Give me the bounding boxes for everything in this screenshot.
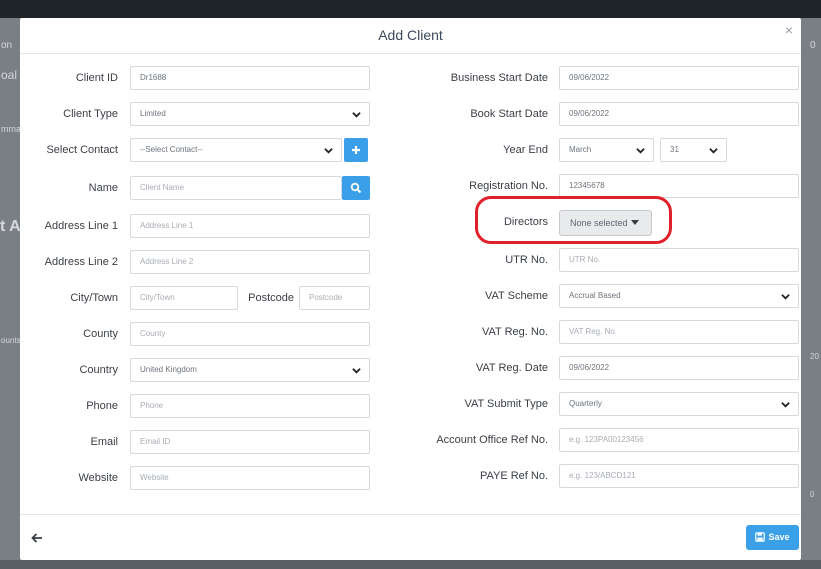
phone-label: Phone xyxy=(86,400,118,412)
client-id-label: Client ID xyxy=(75,72,118,84)
email-label: Email xyxy=(90,436,118,448)
utr-no-label: UTR No. xyxy=(505,254,548,266)
modal-footer: Save xyxy=(20,514,801,560)
vat-reg-no-input[interactable]: VAT Reg. No. xyxy=(559,320,799,344)
chevron-down-icon xyxy=(781,294,790,300)
client-type-label: Client Type xyxy=(63,108,118,120)
background-topbar xyxy=(0,0,821,18)
background-fragment: on xyxy=(1,40,13,51)
chevron-down-icon xyxy=(352,112,361,118)
chevron-down-icon xyxy=(781,402,790,408)
vat-reg-date-input[interactable]: 09/06/2022 xyxy=(559,356,799,380)
book-start-date-label: Book Start Date xyxy=(470,108,548,120)
background-fragment: 0 xyxy=(810,490,815,499)
background-right-strip xyxy=(801,18,821,560)
county-label: County xyxy=(83,328,118,340)
background-fragment: t A xyxy=(0,218,21,235)
close-icon[interactable]: × xyxy=(781,22,797,38)
address-line-1-input[interactable]: Address Line 1 xyxy=(130,214,370,238)
arrow-left-icon[interactable] xyxy=(30,531,44,545)
modal-title: Add Client xyxy=(378,27,443,43)
save-button-label: Save xyxy=(768,532,790,542)
address-line-2-label: Address Line 2 xyxy=(44,256,118,268)
client-name-input[interactable]: Client Name xyxy=(130,176,342,200)
postcode-input[interactable]: Postcode xyxy=(299,286,370,310)
address-line-1-label: Address Line 1 xyxy=(44,220,118,232)
paye-ref-label: PAYE Ref No. xyxy=(479,470,548,482)
utr-no-input[interactable]: UTR No. xyxy=(559,248,799,272)
business-start-date-input[interactable]: 09/06/2022 xyxy=(559,66,799,90)
background-left-strip xyxy=(0,18,20,560)
website-input[interactable]: Website xyxy=(130,466,370,490)
book-start-date-input[interactable]: 09/06/2022 xyxy=(559,102,799,126)
select-contact-value: --Select Contact-- xyxy=(140,145,203,154)
year-end-label: Year End xyxy=(503,144,548,156)
chevron-down-icon xyxy=(324,148,333,154)
background-fragment: 0 xyxy=(810,40,816,51)
chevron-down-icon xyxy=(352,368,361,374)
search-icon xyxy=(350,182,362,194)
vat-scheme-label: VAT Scheme xyxy=(485,290,548,302)
select-contact-select[interactable]: --Select Contact-- xyxy=(130,138,342,162)
background-fragment: mma xyxy=(1,124,21,134)
paye-ref-input[interactable]: e.g. 123/ABCD121 xyxy=(559,464,799,488)
account-office-ref-input[interactable]: e.g. 123PA00123456 xyxy=(559,428,799,452)
year-end-day-select[interactable]: 31 xyxy=(660,138,727,162)
year-end-month-select[interactable]: March xyxy=(559,138,654,162)
vat-submit-type-value: Quarterly xyxy=(569,399,602,408)
vat-submit-type-label: VAT Submit Type xyxy=(464,398,548,410)
vat-reg-no-label: VAT Reg. No. xyxy=(481,326,548,338)
vat-submit-type-select[interactable]: Quarterly xyxy=(559,392,799,416)
search-name-button[interactable] xyxy=(342,176,370,200)
city-label: City/Town xyxy=(70,292,118,304)
client-type-value: Limited xyxy=(140,109,166,118)
year-end-day-value: 31 xyxy=(670,145,679,154)
business-start-date-label: Business Start Date xyxy=(450,72,548,84)
email-input[interactable]: Email ID xyxy=(130,430,370,454)
client-id-input[interactable]: Dr1688 xyxy=(130,66,370,90)
background-fragment: 20 xyxy=(810,352,819,361)
address-line-2-input[interactable]: Address Line 2 xyxy=(130,250,370,274)
registration-no-input[interactable]: 12345678 xyxy=(559,174,799,198)
chevron-down-icon xyxy=(636,148,645,154)
client-type-select[interactable]: Limited xyxy=(130,102,370,126)
country-value: United Kingdom xyxy=(140,365,197,374)
vat-scheme-select[interactable]: Accrual Based xyxy=(559,284,799,308)
registration-no-label: Registration No. xyxy=(469,180,548,192)
annotation-highlight xyxy=(475,196,672,244)
account-office-ref-label: Account Office Ref No. xyxy=(436,434,548,446)
modal-header: Add Client × xyxy=(20,18,801,54)
add-contact-button[interactable] xyxy=(344,138,368,162)
year-end-month-value: March xyxy=(569,145,592,154)
background-fragment: ounts xyxy=(1,336,21,345)
country-select[interactable]: United Kingdom xyxy=(130,358,370,382)
name-label: Name xyxy=(88,182,118,194)
save-icon xyxy=(755,532,766,542)
country-label: Country xyxy=(79,364,118,376)
city-input[interactable]: City/Town xyxy=(130,286,238,310)
add-client-modal: Add Client × Client ID Dr1688 Client Typ… xyxy=(20,18,801,560)
vat-scheme-value: Accrual Based xyxy=(569,291,621,300)
website-label: Website xyxy=(78,472,118,484)
chevron-down-icon xyxy=(709,148,718,154)
select-contact-label: Select Contact xyxy=(46,144,118,156)
background-fragment: oal xyxy=(1,68,18,82)
county-input[interactable]: County xyxy=(130,322,370,346)
phone-input[interactable]: Phone xyxy=(130,394,370,418)
plus-icon xyxy=(352,146,360,154)
vat-reg-date-label: VAT Reg. Date xyxy=(475,362,548,374)
postcode-label: Postcode xyxy=(248,292,294,304)
save-button[interactable]: Save xyxy=(746,525,799,550)
